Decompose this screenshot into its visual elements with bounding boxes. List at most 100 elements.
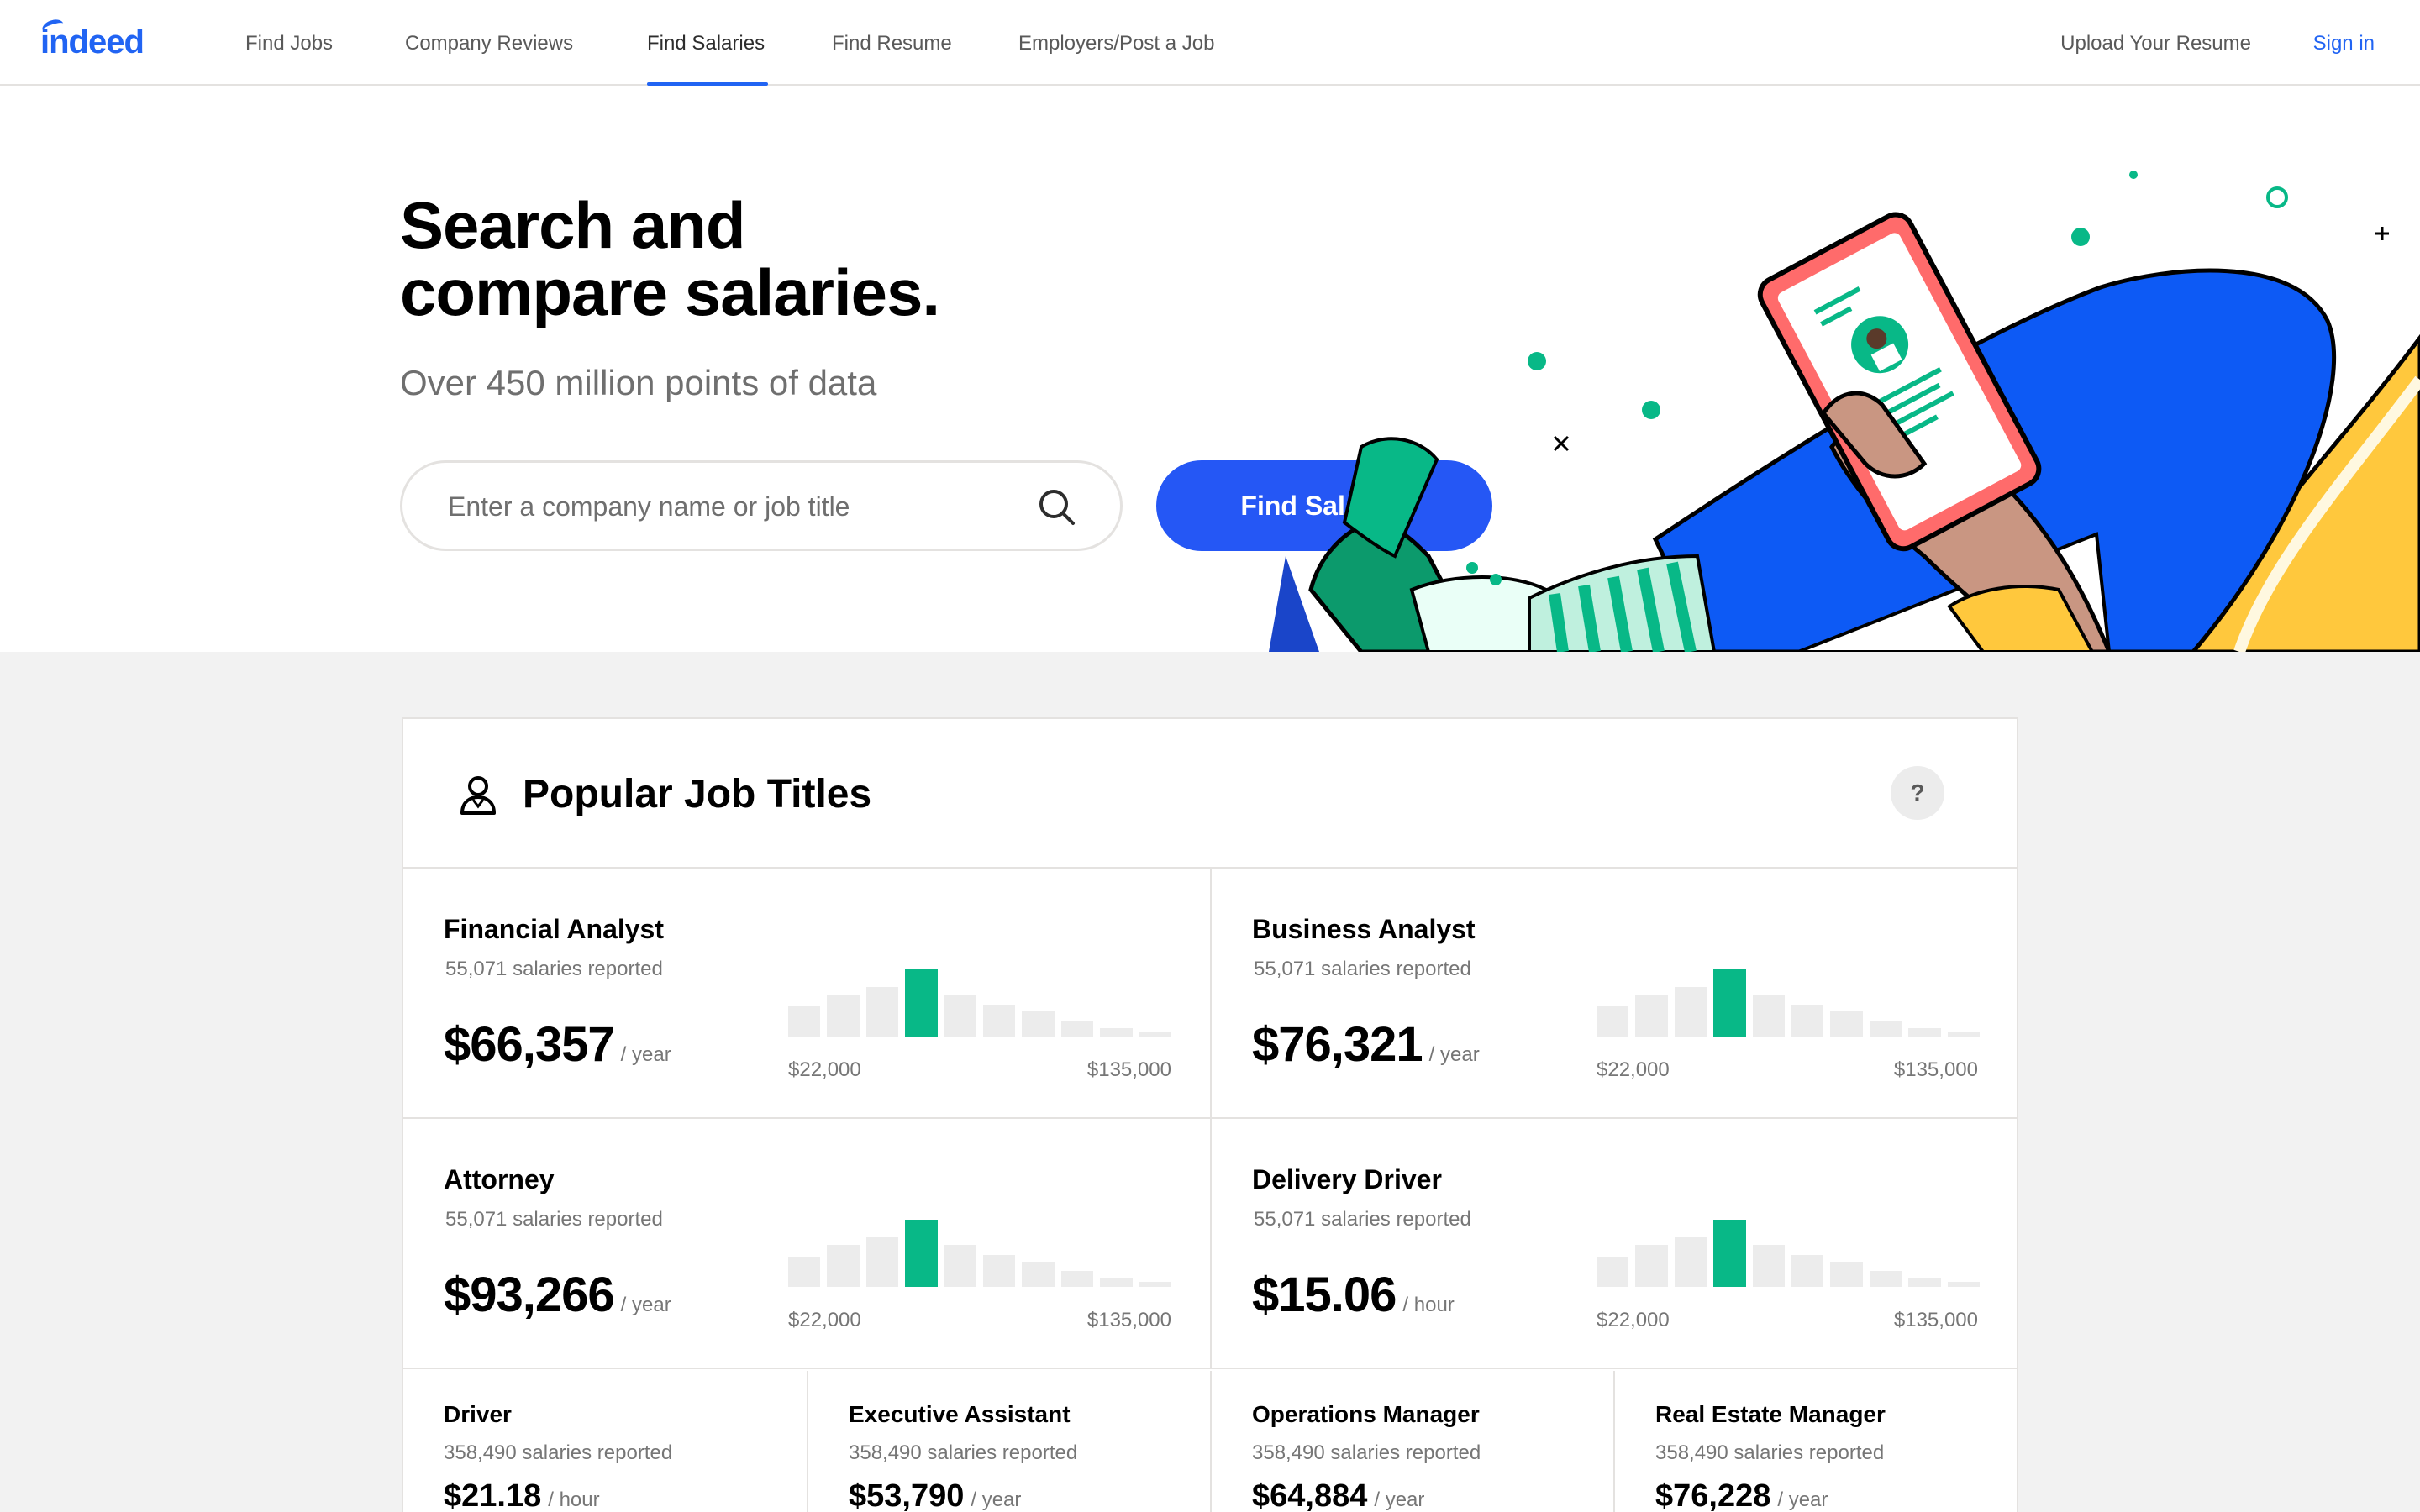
histogram-bar <box>1869 1020 1902 1037</box>
histogram-bar <box>1830 1011 1863 1037</box>
help-button[interactable]: ? <box>1891 766 1944 820</box>
job-card-attorney[interactable]: Attorney 55,071 salaries reported $93,26… <box>403 1119 1210 1369</box>
histogram-max-label: $135,000 <box>1086 1058 1171 1081</box>
job-title[interactable]: Real Estate Manager <box>1655 1401 1886 1428</box>
salary-period: / year <box>620 1294 671 1316</box>
histogram-bar <box>1791 1254 1824 1287</box>
person-icon <box>460 776 496 815</box>
histogram-bar <box>1139 1282 1171 1287</box>
histogram-bar <box>1947 1032 1980 1037</box>
histogram-bar <box>1022 1011 1055 1037</box>
salary-histogram <box>788 1220 1171 1287</box>
nav-find-jobs[interactable]: Find Jobs <box>245 32 333 55</box>
histogram-bar <box>1713 969 1746 1037</box>
salary-amount: $15.06 <box>1252 1268 1397 1322</box>
histogram-bar <box>1752 1245 1785 1287</box>
salary-histogram <box>788 969 1171 1037</box>
decor-x-mark <box>1553 435 1570 452</box>
job-title[interactable]: Delivery Driver <box>1252 1164 1442 1195</box>
salary-amount: $76,321 <box>1252 1017 1423 1072</box>
histogram-bar <box>1947 1282 1980 1287</box>
job-title[interactable]: Attorney <box>444 1164 555 1195</box>
histogram-max-label: $135,000 <box>1893 1058 1978 1081</box>
salary-value: $21.18 / hour <box>444 1478 600 1512</box>
salary-histogram <box>1597 969 1980 1037</box>
histogram-bar <box>944 995 976 1037</box>
histogram-bar <box>1830 1261 1863 1287</box>
salary-value: $93,266/ year <box>444 1267 671 1323</box>
nav-find-salaries[interactable]: Find Salaries <box>647 32 765 55</box>
salary-value: $76,321/ year <box>1252 1016 1480 1073</box>
salary-value: $15.06/ hour <box>1252 1267 1455 1323</box>
histogram-bar <box>1752 995 1785 1037</box>
job-card-business-analyst[interactable]: Business Analyst 55,071 salaries reporte… <box>1210 869 2017 1119</box>
histogram-bar <box>1139 1032 1171 1037</box>
salary-period: / year <box>971 1488 1022 1511</box>
histogram-bar <box>827 995 860 1037</box>
hero-illustration <box>1269 171 2420 652</box>
job-card-real-estate-manager[interactable]: Real Estate Manager 358,490 salaries rep… <box>1613 1371 2017 1512</box>
histogram-min-label: $22,000 <box>1597 1058 1670 1081</box>
salaries-reported: 358,490 salaries reported <box>444 1441 673 1464</box>
upload-resume-link[interactable]: Upload Your Resume <box>2060 32 2251 55</box>
histogram-bar <box>1597 1257 1629 1287</box>
decor-dot <box>2071 228 2090 246</box>
histogram-bar <box>905 969 938 1037</box>
job-card-delivery-driver[interactable]: Delivery Driver 55,071 salaries reported… <box>1210 1119 2017 1369</box>
search-icon[interactable] <box>1036 486 1078 528</box>
salary-value: $53,790 / year <box>849 1478 1021 1512</box>
salary-amount: $21.18 <box>444 1478 542 1512</box>
job-card-executive-assistant[interactable]: Executive Assistant 358,490 salaries rep… <box>807 1371 1210 1512</box>
nav-find-resume[interactable]: Find Resume <box>832 32 952 55</box>
top-navigation: indeed Find Jobs Company Reviews Find Sa… <box>0 0 2420 86</box>
hero-subtitle: Over 450 million points of data <box>400 363 877 402</box>
nav-employers-post-job[interactable]: Employers/Post a Job <box>1018 32 1214 55</box>
search-box <box>400 460 1123 551</box>
salaries-reported: 55,071 salaries reported <box>1254 1208 1471 1231</box>
blue-patch <box>1269 556 1319 652</box>
histogram-bar <box>1022 1261 1055 1287</box>
card-title: Popular Job Titles <box>523 772 872 816</box>
nav-company-reviews[interactable]: Company Reviews <box>405 32 573 55</box>
salaries-reported: 55,071 salaries reported <box>445 1208 663 1231</box>
histogram-bar <box>1791 1004 1824 1037</box>
sign-in-link[interactable]: Sign in <box>2313 32 2375 55</box>
histogram-bar <box>1908 1278 1941 1287</box>
salary-amount: $66,357 <box>444 1017 615 1072</box>
hero-title-line-2: compare salaries. <box>400 255 940 329</box>
salaries-reported: 358,490 salaries reported <box>1655 1441 1885 1464</box>
histogram-bar <box>905 1220 938 1287</box>
sock <box>1409 575 1548 652</box>
histogram-max-label: $135,000 <box>1086 1309 1171 1331</box>
histogram-bar <box>1674 986 1707 1037</box>
job-title[interactable]: Business Analyst <box>1252 914 1476 945</box>
job-card-driver[interactable]: Driver 358,490 salaries reported $21.18 /… <box>403 1371 807 1512</box>
job-title[interactable]: Financial Analyst <box>444 914 664 945</box>
histogram-max-label: $135,000 <box>1893 1309 1978 1331</box>
job-title[interactable]: Driver <box>444 1401 512 1428</box>
salary-period: / hour <box>548 1488 600 1511</box>
job-title[interactable]: Operations Manager <box>1252 1401 1480 1428</box>
histogram-bar <box>1713 1220 1746 1287</box>
decor-dot <box>1642 401 1660 419</box>
salary-value: $76,228 / year <box>1655 1478 1828 1512</box>
job-card-financial-analyst[interactable]: Financial Analyst 55,071 salaries report… <box>403 869 1210 1119</box>
salaries-reported: 358,490 salaries reported <box>849 1441 1078 1464</box>
histogram-bar <box>983 1254 1016 1287</box>
histogram-bar <box>827 1245 860 1287</box>
hero-section: Search and compare salaries. Over 450 mi… <box>0 86 2420 652</box>
decor-dot <box>1466 562 1478 574</box>
histogram-bar <box>1597 1006 1629 1037</box>
salaries-reported: 55,071 salaries reported <box>1254 958 1471 980</box>
histogram-bar <box>1060 1270 1094 1287</box>
histogram-min-label: $22,000 <box>788 1309 861 1331</box>
job-card-operations-manager[interactable]: Operations Manager 358,490 salaries repo… <box>1210 1371 1613 1512</box>
job-title[interactable]: Executive Assistant <box>849 1401 1071 1428</box>
popular-job-titles-card: Popular Job Titles ? Financial Analyst 5… <box>402 717 2018 1512</box>
salary-period: / year <box>1777 1488 1828 1511</box>
search-input[interactable] <box>448 488 1019 525</box>
salaries-reported: 55,071 salaries reported <box>445 958 663 980</box>
salary-amount: $64,884 <box>1252 1478 1368 1512</box>
histogram-bar <box>1908 1027 1941 1037</box>
salary-value: $64,884 / year <box>1252 1478 1424 1512</box>
